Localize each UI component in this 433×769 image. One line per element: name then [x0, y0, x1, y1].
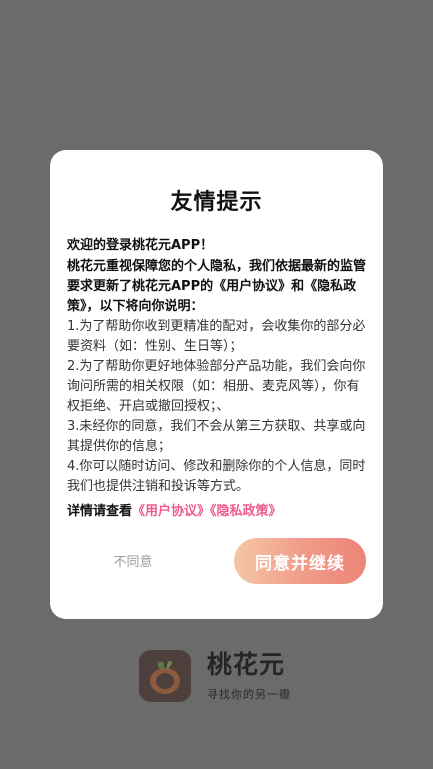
brand-text: 桃花元 寻找你的另一瓣 [207, 650, 291, 702]
privacy-item-4: 4.你可以随时访问、修改和删除你的个人信息，同时我们也提供注销和投诉等方式。 [67, 459, 366, 494]
app-name: 桃花元 [207, 650, 286, 679]
disagree-button[interactable]: 不同意 [105, 550, 161, 576]
user-agreement-link[interactable]: 《用户协议》 [132, 504, 210, 519]
dialog-title: 友情提示 [170, 190, 263, 215]
privacy-item-1: 1.为了帮助你收到更精准的配对，会收集你的部分必要资料（如：性别、生日等）； [67, 319, 366, 354]
details-row: 详情请查看《用户协议》《隐私政策》 [67, 502, 282, 522]
privacy-policy-link[interactable]: 《隐私政策》 [210, 504, 282, 519]
privacy-item-3: 3.未经你的同意，我们不会从第三方获取、共享或向其提供你的信息； [67, 419, 366, 454]
intro-text: 桃花元重视保障您的个人隐私，我们依据最新的监管要求更新了桃花元APP的《用户协议… [67, 259, 367, 314]
privacy-item-2: 2.为了帮助你更好地体验部分产品功能，我们会向你询问所需的相关权限（如：相册、麦… [67, 359, 366, 414]
app-logo-icon [139, 650, 191, 702]
app-slogan: 寻找你的另一瓣 [207, 688, 291, 701]
splash-brand: 桃花元 寻找你的另一瓣 [139, 650, 291, 702]
privacy-dialog: 友情提示 欢迎的登录桃花元APP！ 桃花元重视保障您的个人隐私，我们依据最新的监… [50, 150, 383, 619]
agree-continue-button[interactable]: 同意并继续 [234, 538, 366, 584]
greeting-text: 欢迎的登录桃花元APP！ [67, 238, 214, 253]
dialog-content: 欢迎的登录桃花元APP！ 桃花元重视保障您的个人隐私，我们依据最新的监管要求更新… [67, 236, 367, 497]
details-prefix: 详情请查看 [67, 504, 133, 519]
